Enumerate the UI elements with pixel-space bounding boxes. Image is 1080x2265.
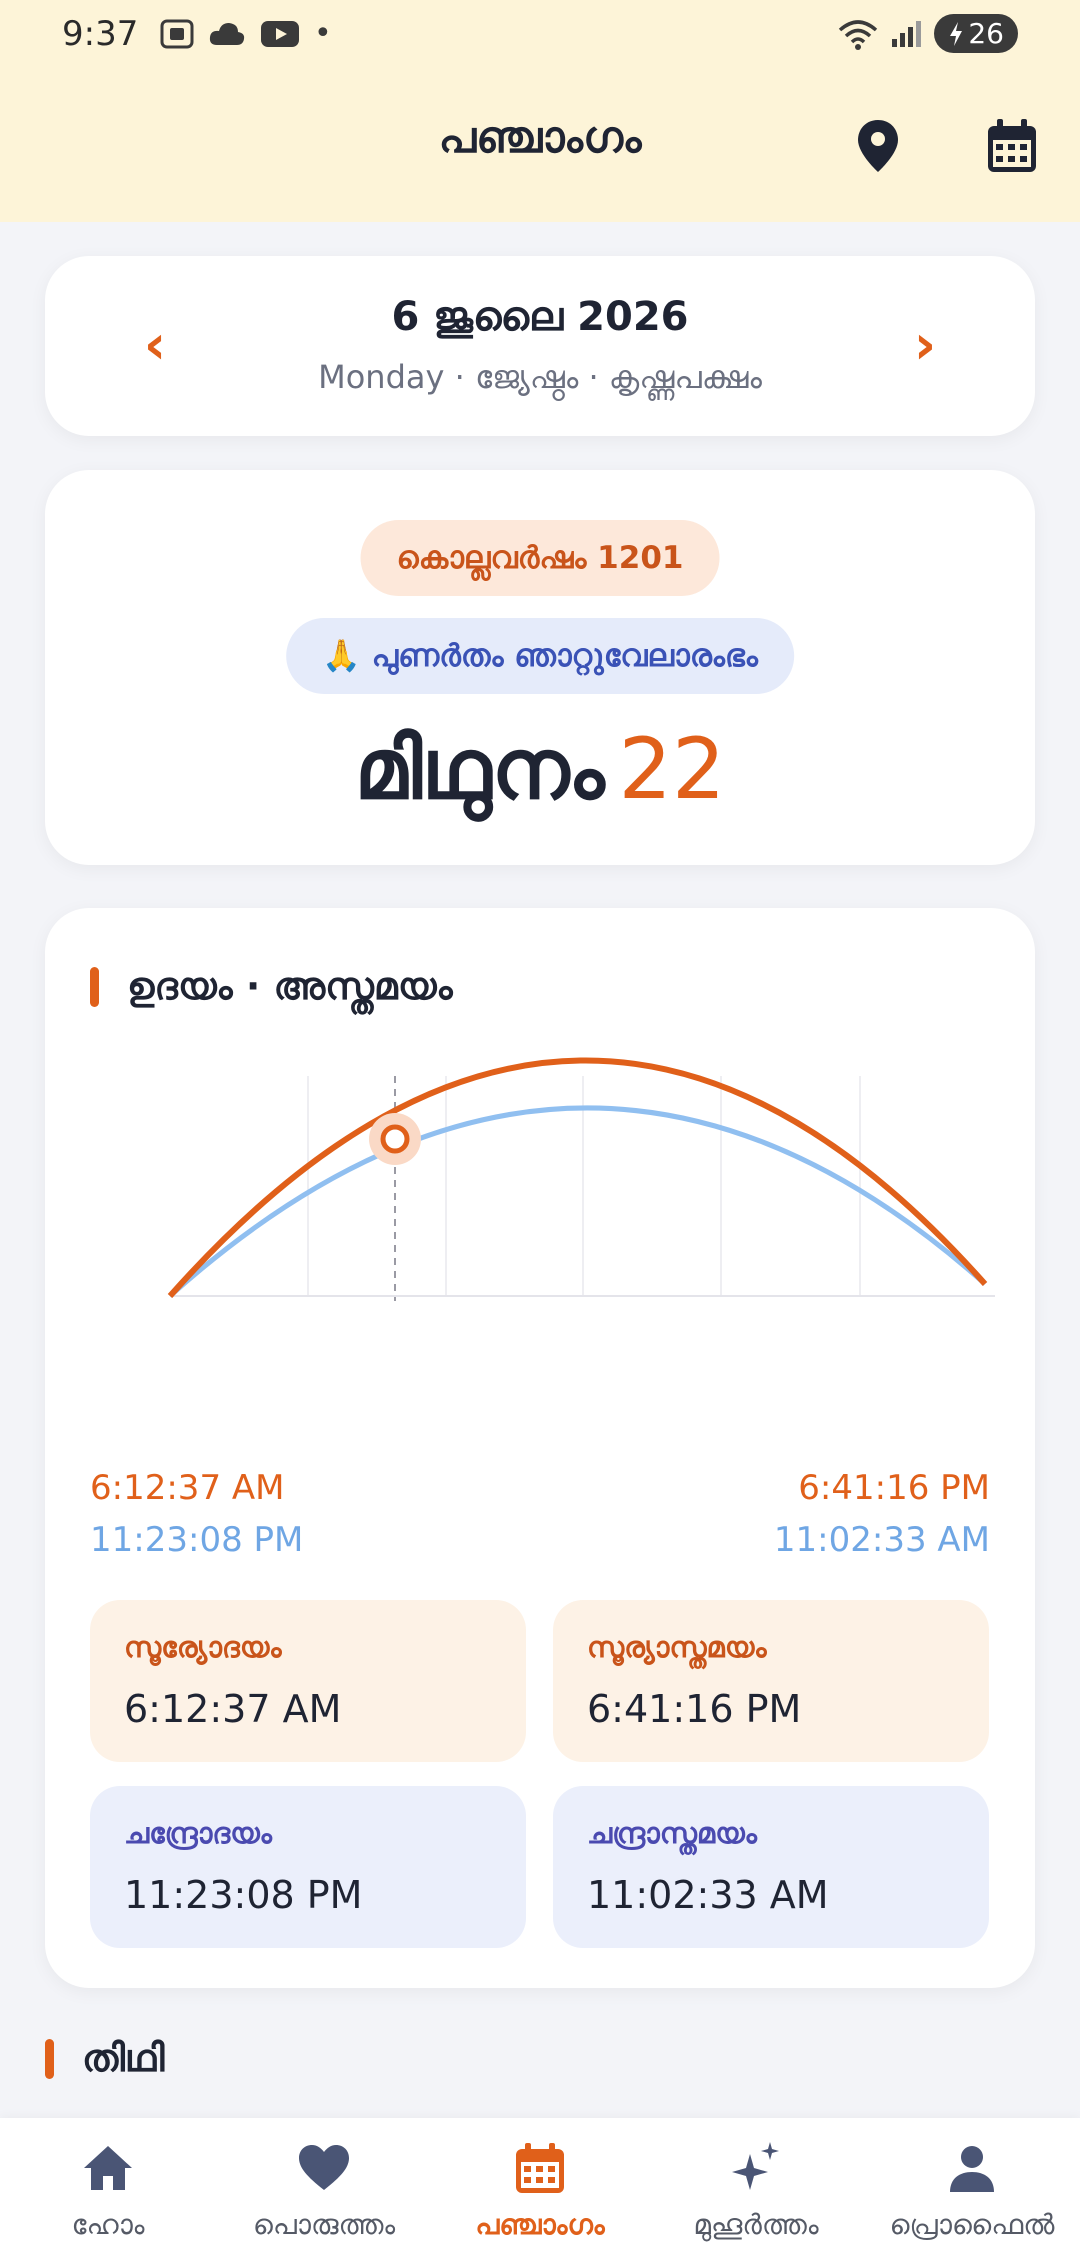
nav-label: ഹോം xyxy=(71,2208,145,2241)
moonrise-label: ചന്ദ്രോദയം xyxy=(124,1816,272,1850)
calendar-icon[interactable] xyxy=(984,116,1040,176)
status-system-icons: 26 xyxy=(838,14,1018,53)
njattuvela-badge: 🙏 പുണർതം ഞാറ്റുവേലാരംഭം xyxy=(286,618,794,694)
nav-label: പൊരുത്തം xyxy=(252,2208,396,2241)
chart-right-moon-time: 11:02:33 AM xyxy=(773,1520,990,1560)
nav-porutham[interactable]: പൊരുത്തം xyxy=(216,2118,432,2265)
kollavarsham-badge: കൊല്ലവർഷം 1201 xyxy=(360,520,720,596)
rise-set-title: ഉദയം · അസ്തമയം xyxy=(127,964,453,1008)
malayalam-day: 22 xyxy=(618,720,726,818)
status-bar: 9:37 • 26 xyxy=(0,0,1080,72)
malayalam-month: മിഥുനം xyxy=(354,720,605,818)
section-accent-bar xyxy=(45,2038,54,2079)
moonrise-tile: ചന്ദ്രോദയം 11:23:08 PM xyxy=(90,1786,526,1948)
moonset-value: 11:02:33 AM xyxy=(587,1873,829,1917)
selected-date: 6 ജൂലൈ 2026 xyxy=(391,294,689,340)
nav-muhurtham[interactable]: മുഹൂർത്തം xyxy=(648,2118,864,2265)
app-header-area: 9:37 • 26 പഞ്ചാംഗം xyxy=(0,0,1080,222)
bottom-navigation: ഹോം പൊരുത്തം പഞ്ചാംഗം മുഹൂർത്തം പ്രൊഫൈൽ xyxy=(0,2118,1080,2265)
sunset-label: സൂര്യാസ്തമയം xyxy=(587,1630,767,1664)
moonrise-value: 11:23:08 PM xyxy=(124,1873,363,1917)
profile-icon xyxy=(950,2146,994,2192)
home-icon xyxy=(84,2146,132,2190)
battery-indicator: 26 xyxy=(934,14,1018,53)
next-day-button[interactable]: › xyxy=(895,318,955,372)
signal-icon xyxy=(892,20,922,47)
moonset-tile: ചന്ദ്രാസ്തമയം 11:02:33 AM xyxy=(553,1786,989,1948)
youtube-icon xyxy=(261,20,299,47)
section-accent-bar xyxy=(90,966,99,1007)
sunset-value: 6:41:16 PM xyxy=(587,1687,802,1731)
page-title: പഞ്ചാംഗം xyxy=(438,112,642,163)
heart-icon xyxy=(299,2145,349,2190)
status-notification-icons: • xyxy=(160,16,332,51)
tithi-heading: തിഥി xyxy=(45,2036,165,2081)
rise-set-heading: ഉദയം · അസ്തമയം xyxy=(90,964,453,1009)
chart-left-moon-time: 11:23:08 PM xyxy=(90,1520,304,1560)
sparkle-icon xyxy=(732,2142,779,2190)
calendar-icon xyxy=(516,2143,564,2193)
sunrise-value: 6:12:37 AM xyxy=(124,1687,342,1731)
sunset-tile: സൂര്യാസ്തമയം 6:41:16 PM xyxy=(553,1600,989,1762)
malayalam-date-card: കൊല്ലവർഷം 1201 🙏 പുണർതം ഞാറ്റുവേലാരംഭം മ… xyxy=(45,470,1035,865)
battery-level: 26 xyxy=(968,17,1004,50)
moon-arc xyxy=(168,1105,987,1298)
chart-left-sun-time: 6:12:37 AM xyxy=(90,1468,285,1508)
date-subtitle: Monday · ജ്യേഷ്ഠം · കൃഷ്ണപക്ഷം xyxy=(318,358,762,396)
location-pin-icon[interactable] xyxy=(850,116,906,176)
nav-label: മുഹൂർത്തം xyxy=(693,2208,819,2241)
nav-label: പ്രൊഫൈൽ xyxy=(889,2208,1055,2241)
sun-arc xyxy=(167,1057,988,1298)
rise-set-card: ഉദയം · അസ്തമയം 6:12:37 AM 11:23:08 PM 6:… xyxy=(45,908,1035,1988)
status-time: 9:37 xyxy=(62,14,139,54)
rise-set-arc-chart xyxy=(167,1057,995,1301)
date-navigator-card: ‹ 6 ജൂലൈ 2026 Monday · ജ്യേഷ്ഠം · കൃഷ്ണപ… xyxy=(45,256,1035,436)
nav-profile[interactable]: പ്രൊഫൈൽ xyxy=(864,2118,1080,2265)
wifi-icon xyxy=(839,19,878,50)
chart-right-sun-time: 6:41:16 PM xyxy=(798,1468,990,1508)
screenshot-icon xyxy=(160,19,194,48)
sunrise-tile: സൂര്യോദയം 6:12:37 AM xyxy=(90,1600,526,1762)
nav-home[interactable]: ഹോം xyxy=(0,2118,216,2265)
status-dot: • xyxy=(314,16,332,51)
moonset-label: ചന്ദ്രാസ്തമയം xyxy=(587,1816,757,1850)
sun-position-marker xyxy=(380,1124,410,1154)
malayalam-month-day: മിഥുനം 22 xyxy=(45,720,1035,819)
cloud-icon xyxy=(209,22,245,45)
nav-panchangam[interactable]: പഞ്ചാംഗം xyxy=(432,2118,648,2265)
sunrise-label: സൂര്യോദയം xyxy=(124,1630,282,1664)
nav-label: പഞ്ചാംഗം xyxy=(475,2208,605,2241)
charging-bolt-icon xyxy=(950,21,963,46)
tithi-title: തിഥി xyxy=(82,2036,165,2080)
